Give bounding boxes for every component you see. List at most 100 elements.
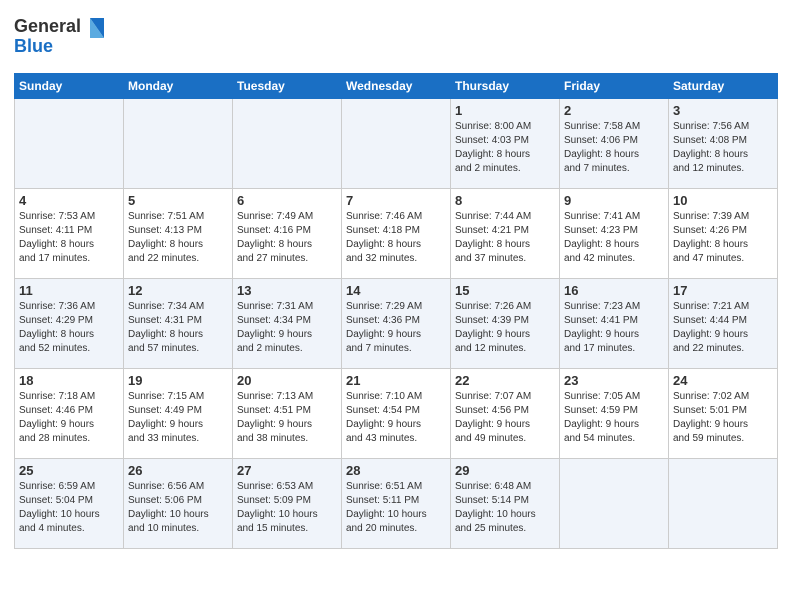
day-number: 11 <box>19 283 119 298</box>
calendar-cell: 2 Sunrise: 7:58 AM Sunset: 4:06 PM Daylig… <box>560 99 669 189</box>
calendar-cell: 11 Sunrise: 7:36 AM Sunset: 4:29 PM Dayli… <box>15 279 124 369</box>
day-number: 23 <box>564 373 664 388</box>
day-number: 22 <box>455 373 555 388</box>
day-info: Sunrise: 7:56 AM Sunset: 4:08 PM Dayligh… <box>673 120 773 176</box>
calendar-cell: 20 Sunrise: 7:13 AM Sunset: 4:51 PM Dayli… <box>233 369 342 459</box>
day-info: Sunrise: 7:46 AM Sunset: 4:18 PM Dayligh… <box>346 210 446 266</box>
day-number: 7 <box>346 193 446 208</box>
day-info: Sunrise: 7:29 AM Sunset: 4:36 PM Dayligh… <box>346 300 446 356</box>
day-info: Sunrise: 7:15 AM Sunset: 4:49 PM Dayligh… <box>128 390 228 446</box>
day-number: 16 <box>564 283 664 298</box>
calendar-cell: 19 Sunrise: 7:15 AM Sunset: 4:49 PM Dayli… <box>124 369 233 459</box>
day-info: Sunrise: 7:23 AM Sunset: 4:41 PM Dayligh… <box>564 300 664 356</box>
calendar-cell: 8 Sunrise: 7:44 AM Sunset: 4:21 PM Daylig… <box>451 189 560 279</box>
day-number: 27 <box>237 463 337 478</box>
day-number: 29 <box>455 463 555 478</box>
day-info: Sunrise: 8:00 AM Sunset: 4:03 PM Dayligh… <box>455 120 555 176</box>
day-info: Sunrise: 7:53 AM Sunset: 4:11 PM Dayligh… <box>19 210 119 266</box>
calendar-cell: 14 Sunrise: 7:29 AM Sunset: 4:36 PM Dayli… <box>342 279 451 369</box>
day-number: 9 <box>564 193 664 208</box>
day-info: Sunrise: 7:31 AM Sunset: 4:34 PM Dayligh… <box>237 300 337 356</box>
day-number: 17 <box>673 283 773 298</box>
calendar-cell: 18 Sunrise: 7:18 AM Sunset: 4:46 PM Dayli… <box>15 369 124 459</box>
svg-text:Blue: Blue <box>14 36 53 56</box>
day-info: Sunrise: 6:51 AM Sunset: 5:11 PM Dayligh… <box>346 480 446 536</box>
day-number: 18 <box>19 373 119 388</box>
day-number: 2 <box>564 103 664 118</box>
day-info: Sunrise: 7:44 AM Sunset: 4:21 PM Dayligh… <box>455 210 555 266</box>
calendar-cell: 22 Sunrise: 7:07 AM Sunset: 4:56 PM Dayli… <box>451 369 560 459</box>
calendar-cell <box>669 459 778 549</box>
calendar-cell: 1 Sunrise: 8:00 AM Sunset: 4:03 PM Daylig… <box>451 99 560 189</box>
day-of-week-header: Saturday <box>669 74 778 99</box>
calendar-cell: 9Sunrise: 7:41 AM Sunset: 4:23 PM Daylig… <box>560 189 669 279</box>
calendar-cell: 15 Sunrise: 7:26 AM Sunset: 4:39 PM Dayli… <box>451 279 560 369</box>
day-number: 21 <box>346 373 446 388</box>
calendar-cell: 26 Sunrise: 6:56 AM Sunset: 5:06 PM Dayli… <box>124 459 233 549</box>
calendar-cell: 25 Sunrise: 6:59 AM Sunset: 5:04 PM Dayli… <box>15 459 124 549</box>
day-info: Sunrise: 7:07 AM Sunset: 4:56 PM Dayligh… <box>455 390 555 446</box>
calendar-cell <box>342 99 451 189</box>
calendar-cell: 16 Sunrise: 7:23 AM Sunset: 4:41 PM Dayli… <box>560 279 669 369</box>
day-of-week-header: Thursday <box>451 74 560 99</box>
day-info: Sunrise: 7:49 AM Sunset: 4:16 PM Dayligh… <box>237 210 337 266</box>
logo: General Blue <box>14 10 104 65</box>
calendar-cell: 29 Sunrise: 6:48 AM Sunset: 5:14 PM Dayli… <box>451 459 560 549</box>
day-number: 15 <box>455 283 555 298</box>
day-number: 20 <box>237 373 337 388</box>
day-info: Sunrise: 7:05 AM Sunset: 4:59 PM Dayligh… <box>564 390 664 446</box>
day-info: Sunrise: 7:18 AM Sunset: 4:46 PM Dayligh… <box>19 390 119 446</box>
day-of-week-header: Tuesday <box>233 74 342 99</box>
day-info: Sunrise: 7:26 AM Sunset: 4:39 PM Dayligh… <box>455 300 555 356</box>
page: General Blue SundayMondayTuesdayWednesda… <box>0 0 792 563</box>
calendar-cell <box>15 99 124 189</box>
day-info: Sunrise: 6:48 AM Sunset: 5:14 PM Dayligh… <box>455 480 555 536</box>
header: General Blue <box>14 10 778 65</box>
calendar-cell: 5 Sunrise: 7:51 AM Sunset: 4:13 PM Daylig… <box>124 189 233 279</box>
calendar-cell: 23 Sunrise: 7:05 AM Sunset: 4:59 PM Dayli… <box>560 369 669 459</box>
day-info: Sunrise: 7:58 AM Sunset: 4:06 PM Dayligh… <box>564 120 664 176</box>
day-number: 25 <box>19 463 119 478</box>
logo-area: General Blue <box>14 10 104 65</box>
calendar-cell: 7 Sunrise: 7:46 AM Sunset: 4:18 PM Daylig… <box>342 189 451 279</box>
day-info: Sunrise: 7:51 AM Sunset: 4:13 PM Dayligh… <box>128 210 228 266</box>
day-number: 10 <box>673 193 773 208</box>
calendar-cell: 28 Sunrise: 6:51 AM Sunset: 5:11 PM Dayli… <box>342 459 451 549</box>
calendar-table: SundayMondayTuesdayWednesdayThursdayFrid… <box>14 73 778 549</box>
day-info: Sunrise: 6:59 AM Sunset: 5:04 PM Dayligh… <box>19 480 119 536</box>
day-of-week-header: Monday <box>124 74 233 99</box>
calendar-cell: 10 Sunrise: 7:39 AM Sunset: 4:26 PM Dayli… <box>669 189 778 279</box>
day-info: Sunrise: 7:10 AM Sunset: 4:54 PM Dayligh… <box>346 390 446 446</box>
day-info: Sunrise: 7:34 AM Sunset: 4:31 PM Dayligh… <box>128 300 228 356</box>
day-number: 13 <box>237 283 337 298</box>
day-info: Sunrise: 7:39 AM Sunset: 4:26 PM Dayligh… <box>673 210 773 266</box>
day-number: 5 <box>128 193 228 208</box>
calendar-cell: 17 Sunrise: 7:21 AM Sunset: 4:44 PM Dayli… <box>669 279 778 369</box>
day-of-week-header: Wednesday <box>342 74 451 99</box>
day-info: Sunrise: 6:53 AM Sunset: 5:09 PM Dayligh… <box>237 480 337 536</box>
day-number: 8 <box>455 193 555 208</box>
calendar-cell: 13 Sunrise: 7:31 AM Sunset: 4:34 PM Dayli… <box>233 279 342 369</box>
day-info: Sunrise: 7:02 AM Sunset: 5:01 PM Dayligh… <box>673 390 773 446</box>
day-number: 4 <box>19 193 119 208</box>
day-info: Sunrise: 7:21 AM Sunset: 4:44 PM Dayligh… <box>673 300 773 356</box>
calendar-cell: 6 Sunrise: 7:49 AM Sunset: 4:16 PM Daylig… <box>233 189 342 279</box>
day-number: 14 <box>346 283 446 298</box>
day-of-week-header: Sunday <box>15 74 124 99</box>
calendar-cell: 24 Sunrise: 7:02 AM Sunset: 5:01 PM Dayli… <box>669 369 778 459</box>
day-number: 24 <box>673 373 773 388</box>
calendar-cell <box>124 99 233 189</box>
day-info: Sunrise: 7:13 AM Sunset: 4:51 PM Dayligh… <box>237 390 337 446</box>
day-info: Sunrise: 6:56 AM Sunset: 5:06 PM Dayligh… <box>128 480 228 536</box>
calendar-cell: 4 Sunrise: 7:53 AM Sunset: 4:11 PM Daylig… <box>15 189 124 279</box>
calendar-cell <box>233 99 342 189</box>
day-number: 28 <box>346 463 446 478</box>
day-number: 26 <box>128 463 228 478</box>
calendar-cell <box>560 459 669 549</box>
day-number: 12 <box>128 283 228 298</box>
day-number: 6 <box>237 193 337 208</box>
day-info: Sunrise: 7:36 AM Sunset: 4:29 PM Dayligh… <box>19 300 119 356</box>
day-number: 19 <box>128 373 228 388</box>
day-number: 1 <box>455 103 555 118</box>
calendar-cell: 3Sunrise: 7:56 AM Sunset: 4:08 PM Daylig… <box>669 99 778 189</box>
